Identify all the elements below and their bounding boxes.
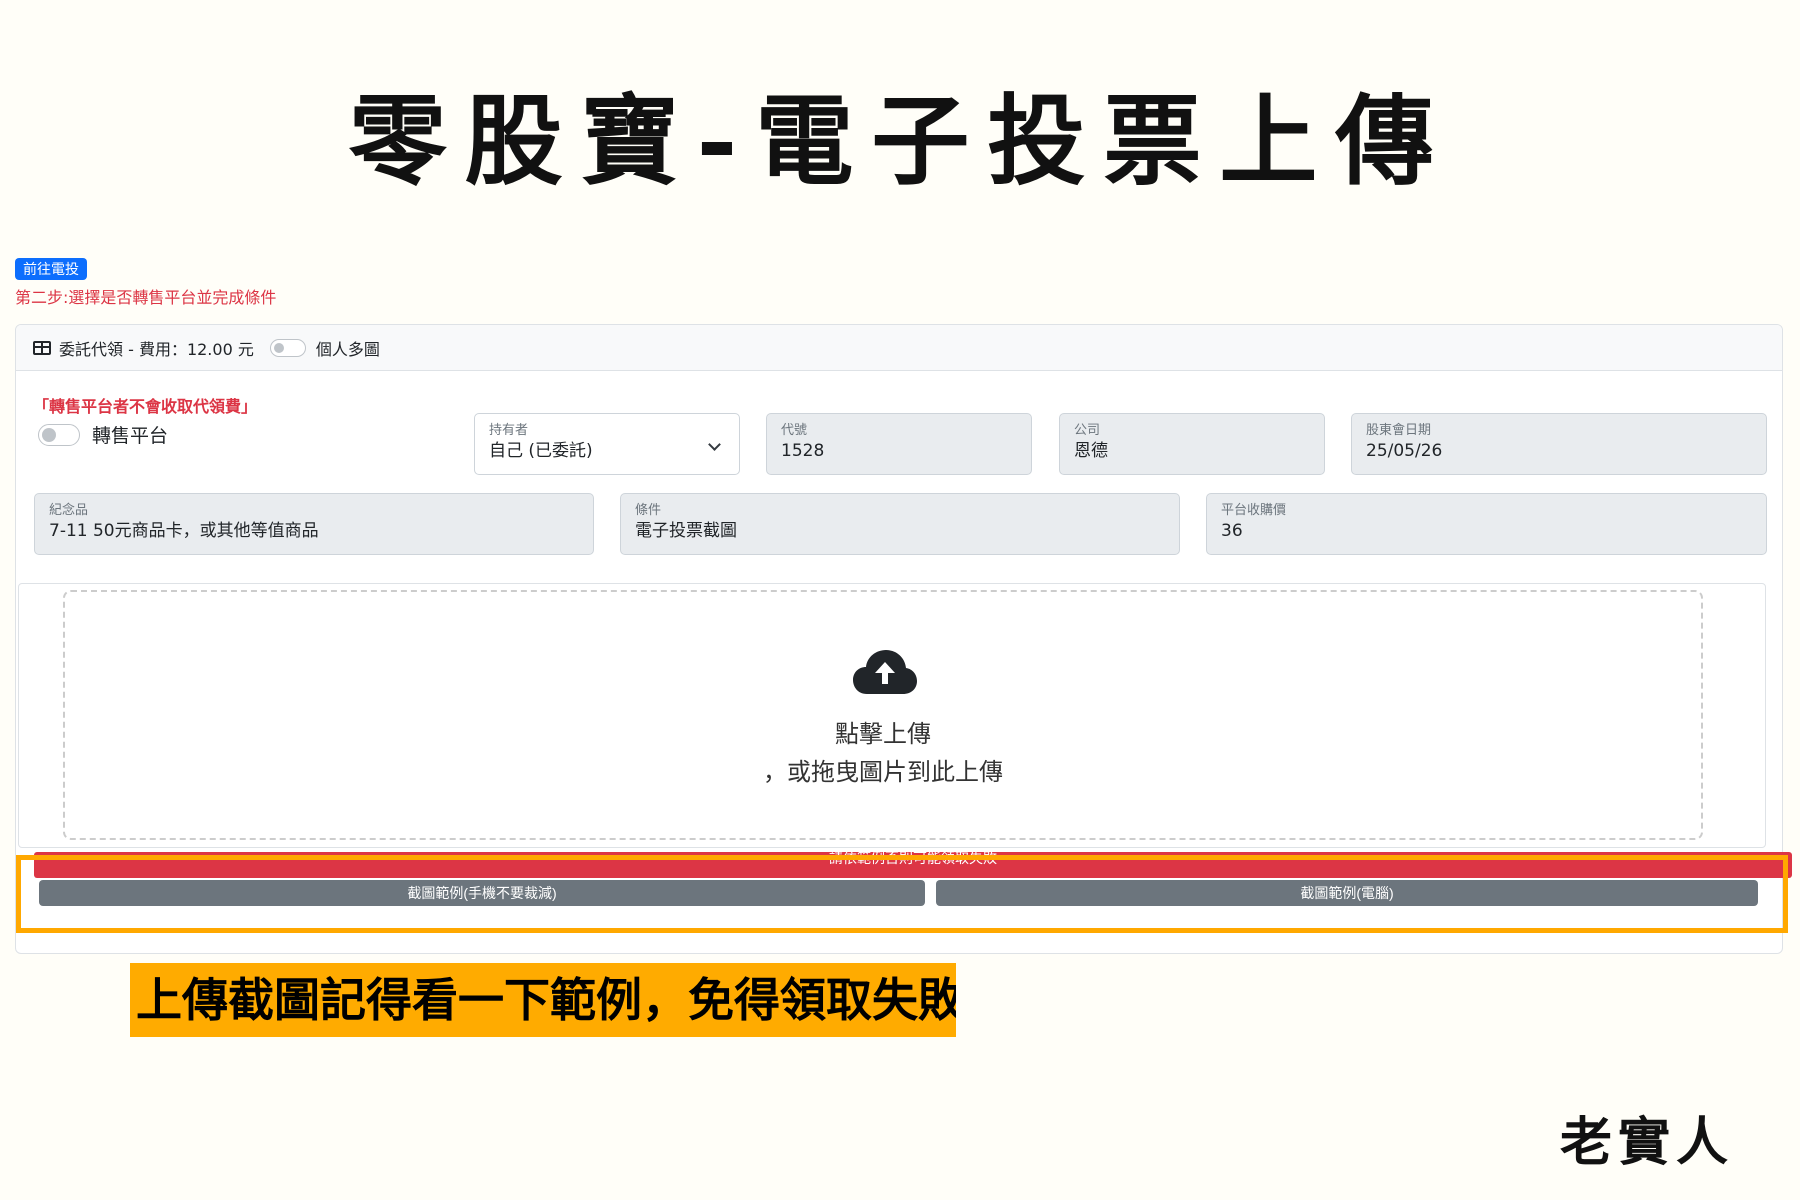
condition-field: 條件 電子投票截圖 [620, 493, 1180, 555]
meeting-date-label: 股東會日期 [1366, 423, 1432, 438]
author-signature: 老實人 [1560, 1112, 1735, 1173]
holder-value: 自己 (已委託) [489, 441, 593, 461]
buyback-price-value: 36 [1221, 521, 1243, 541]
company-field: 公司 恩德 [1059, 413, 1325, 475]
souvenir-field: 紀念品 7-11 50元商品卡，或其他等值商品 [34, 493, 594, 555]
resale-label: 轉售平台 [92, 425, 169, 447]
multi-image-label: 個人多圖 [315, 339, 380, 359]
resale-toggle: 轉售平台 [38, 421, 168, 448]
upload-title: 點擊上傳 [835, 720, 931, 748]
meeting-date-value: 25/05/26 [1366, 441, 1443, 461]
holder-select[interactable]: 持有者 自己 (已委託) [474, 413, 740, 475]
meeting-date-field: 股東會日期 25/05/26 [1351, 413, 1767, 475]
buyback-price-field: 平台收購價 36 [1206, 493, 1767, 555]
multi-image-switch[interactable] [269, 338, 306, 357]
cloud-upload-icon [853, 650, 917, 694]
code-value: 1528 [781, 441, 825, 461]
highlight-frame [16, 855, 1788, 933]
buyback-price-label: 平台收購價 [1221, 503, 1287, 518]
souvenir-value: 7-11 50元商品卡，或其他等值商品 [49, 521, 319, 541]
card-header-title: 委託代領 - 費用：12.00 元 [59, 339, 254, 359]
upload-dropzone[interactable]: 點擊上傳 ，或拖曳圖片到此上傳 [63, 590, 1703, 840]
condition-label: 條件 [635, 503, 662, 518]
step-instruction: 第二步:選擇是否轉售平台並完成條件 [15, 288, 277, 307]
tip-banner: 上傳截圖記得看一下範例，免得領取失敗 [130, 963, 956, 1037]
upload-container: 點擊上傳 ，或拖曳圖片到此上傳 [18, 583, 1766, 848]
company-label: 公司 [1074, 423, 1101, 438]
code-label: 代號 [781, 423, 808, 438]
souvenir-label: 紀念品 [49, 503, 89, 518]
go-vote-button[interactable]: 前往電投 [15, 258, 87, 280]
code-field: 代號 1528 [766, 413, 1032, 475]
card-header: 委託代領 - 費用：12.00 元 個人多圖 [16, 325, 1782, 371]
table-icon [33, 340, 51, 355]
upload-subtitle: ，或拖曳圖片到此上傳 [763, 758, 1003, 786]
company-value: 恩德 [1074, 441, 1108, 461]
holder-label: 持有者 [489, 423, 529, 438]
condition-value: 電子投票截圖 [635, 521, 737, 541]
resale-switch[interactable] [38, 423, 80, 446]
resale-warning: 「轉售平台者不會收取代領費」 [33, 397, 258, 416]
page-title: 零股寶-電子投票上傳 [348, 84, 1452, 199]
